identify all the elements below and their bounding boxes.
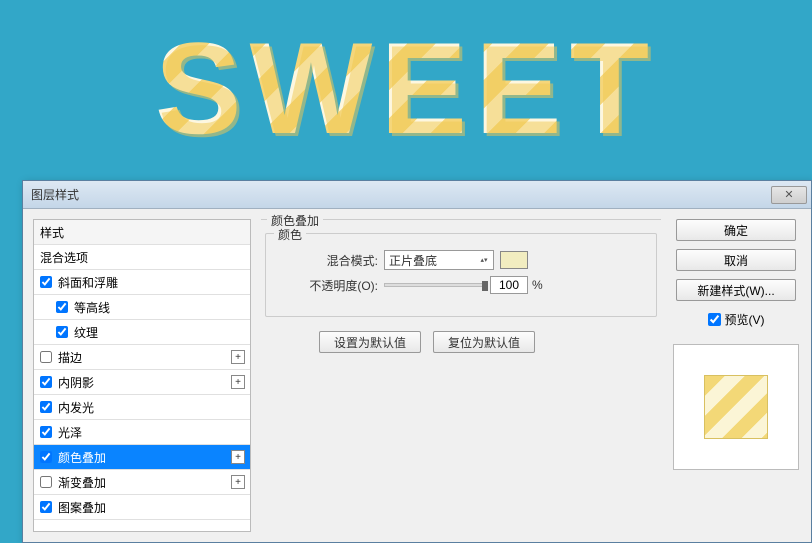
style-label: 渐变叠加 xyxy=(58,474,106,491)
style-checkbox[interactable] xyxy=(40,401,52,413)
close-button[interactable]: ✕ xyxy=(771,186,807,204)
expand-icon[interactable]: + xyxy=(231,350,245,364)
preview-checkbox[interactable] xyxy=(708,313,721,326)
style-row-5[interactable]: 内发光 xyxy=(34,395,250,420)
expand-icon[interactable]: + xyxy=(231,475,245,489)
opacity-label: 不透明度(O): xyxy=(278,277,378,294)
style-checkbox[interactable] xyxy=(40,351,52,363)
style-row-8[interactable]: 渐变叠加 + xyxy=(34,470,250,495)
style-label: 描边 xyxy=(58,349,82,366)
blend-mode-label: 混合模式: xyxy=(278,252,378,269)
color-fieldset: 颜色 混合模式: 正片叠底 ▴▾ 不透明度(O): % xyxy=(265,233,657,317)
layer-style-dialog: 图层样式 ✕ 样式 混合选项 斜面和浮雕等高线纹理描边+内阴影+内发光光泽颜色叠… xyxy=(22,180,812,543)
style-row-6[interactable]: 光泽 xyxy=(34,420,250,445)
preview-swatch xyxy=(704,375,768,439)
style-row-3[interactable]: 描边 + xyxy=(34,345,250,370)
opacity-slider[interactable] xyxy=(384,283,484,287)
ok-button[interactable]: 确定 xyxy=(676,219,796,241)
expand-icon[interactable]: + xyxy=(231,450,245,464)
style-row-9[interactable]: 图案叠加 xyxy=(34,495,250,520)
style-checkbox[interactable] xyxy=(40,426,52,438)
dialog-titlebar[interactable]: 图层样式 ✕ xyxy=(23,181,811,209)
style-row-2[interactable]: 纹理 xyxy=(34,320,250,345)
style-checkbox[interactable] xyxy=(40,501,52,513)
canvas-preview: SWEET xyxy=(0,0,812,175)
style-row-1[interactable]: 等高线 xyxy=(34,295,250,320)
chevron-updown-icon: ▴▾ xyxy=(477,252,491,268)
opacity-input[interactable] xyxy=(490,276,528,294)
blending-options-row[interactable]: 混合选项 xyxy=(34,245,250,270)
style-checkbox[interactable] xyxy=(56,301,68,313)
reset-default-button[interactable]: 复位为默认值 xyxy=(433,331,535,353)
style-label: 斜面和浮雕 xyxy=(58,274,118,291)
fieldset-legend: 颜色 xyxy=(274,226,306,243)
opacity-unit: % xyxy=(532,278,543,292)
preview-checkbox-row[interactable]: 预览(V) xyxy=(708,311,765,328)
style-label: 光泽 xyxy=(58,424,82,441)
style-checkbox[interactable] xyxy=(40,451,52,463)
style-label: 纹理 xyxy=(74,324,98,341)
styles-list-panel: 样式 混合选项 斜面和浮雕等高线纹理描边 + 内阴影 + 内发光光泽颜色叠加 + 渐变叠加 +… xyxy=(33,219,251,532)
expand-icon[interactable]: + xyxy=(231,375,245,389)
set-default-button[interactable]: 设置为默认值 xyxy=(319,331,421,353)
blend-mode-select[interactable]: 正片叠底 ▴▾ xyxy=(384,250,494,270)
style-label: 等高线 xyxy=(74,299,110,316)
style-row-7[interactable]: 颜色叠加 + xyxy=(34,445,250,470)
style-checkbox[interactable] xyxy=(40,376,52,388)
close-icon: ✕ xyxy=(784,188,793,201)
slider-thumb-icon[interactable] xyxy=(482,281,488,291)
style-row-4[interactable]: 内阴影 + xyxy=(34,370,250,395)
style-checkbox[interactable] xyxy=(40,476,52,488)
art-text-sweet: SWEET xyxy=(155,13,657,163)
options-panel: 颜色叠加 颜色 混合模式: 正片叠底 ▴▾ 不透明度(O): xyxy=(261,219,661,532)
dialog-title: 图层样式 xyxy=(31,186,79,203)
style-checkbox[interactable] xyxy=(56,326,68,338)
styles-header[interactable]: 样式 xyxy=(34,220,250,245)
cancel-button[interactable]: 取消 xyxy=(676,249,796,271)
right-button-panel: 确定 取消 新建样式(W)... 预览(V) xyxy=(671,219,801,532)
overlay-color-swatch[interactable] xyxy=(500,251,528,269)
style-label: 颜色叠加 xyxy=(58,449,106,466)
style-checkbox[interactable] xyxy=(40,276,52,288)
new-style-button[interactable]: 新建样式(W)... xyxy=(676,279,796,301)
preview-label: 预览(V) xyxy=(725,311,765,328)
preview-box xyxy=(673,344,799,470)
style-row-0[interactable]: 斜面和浮雕 xyxy=(34,270,250,295)
style-label: 内阴影 xyxy=(58,374,94,391)
style-label: 图案叠加 xyxy=(58,499,106,516)
style-label: 内发光 xyxy=(58,399,94,416)
